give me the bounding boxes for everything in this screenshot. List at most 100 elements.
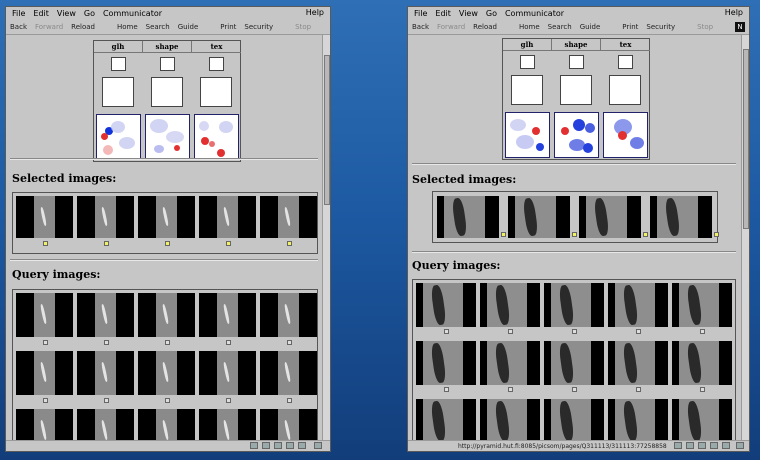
- menu-view[interactable]: View: [459, 9, 478, 18]
- back-button[interactable]: Back: [412, 23, 429, 31]
- composer-icon[interactable]: [722, 442, 730, 449]
- image-thumbnail[interactable]: [672, 399, 732, 443]
- menu-file[interactable]: File: [12, 9, 25, 18]
- menu-communicator[interactable]: Communicator: [103, 9, 162, 18]
- select-checkbox[interactable]: [508, 329, 513, 334]
- image-thumbnail[interactable]: [416, 283, 476, 327]
- image-thumbnail[interactable]: [608, 341, 668, 385]
- select-checkbox[interactable]: [444, 387, 449, 392]
- mail-icon[interactable]: [274, 442, 282, 449]
- image-thumbnail[interactable]: [199, 351, 256, 395]
- netscape-throbber-icon[interactable]: N: [735, 22, 745, 32]
- image-thumbnail[interactable]: [16, 409, 73, 443]
- scrollbar-thumb[interactable]: [743, 49, 749, 229]
- select-checkbox[interactable]: [43, 340, 48, 345]
- image-thumbnail[interactable]: [480, 399, 540, 443]
- print-button[interactable]: Print: [622, 23, 638, 31]
- image-thumbnail[interactable]: [260, 196, 317, 238]
- select-checkbox[interactable]: [165, 241, 170, 246]
- select-checkbox[interactable]: [165, 398, 170, 403]
- select-checkbox[interactable]: [501, 232, 506, 237]
- select-checkbox[interactable]: [508, 387, 513, 392]
- menu-edit[interactable]: Edit: [435, 9, 451, 18]
- select-checkbox[interactable]: [104, 398, 109, 403]
- stop-button[interactable]: Stop: [295, 23, 311, 31]
- som-map-glh[interactable]: [505, 112, 550, 158]
- guide-button[interactable]: Guide: [580, 23, 601, 31]
- stop-button[interactable]: Stop: [697, 23, 713, 31]
- image-thumbnail[interactable]: [608, 283, 668, 327]
- image-thumbnail[interactable]: [138, 351, 195, 395]
- som-map-tex[interactable]: [194, 114, 239, 160]
- netscape-icon[interactable]: [686, 442, 694, 449]
- security-button[interactable]: Security: [244, 23, 273, 31]
- image-thumbnail[interactable]: [544, 399, 604, 443]
- select-checkbox[interactable]: [287, 241, 292, 246]
- image-thumbnail[interactable]: [544, 283, 604, 327]
- image-thumbnail[interactable]: [77, 293, 134, 337]
- search-button[interactable]: Search: [146, 23, 170, 31]
- image-thumbnail[interactable]: [138, 196, 195, 238]
- select-checkbox[interactable]: [226, 398, 231, 403]
- select-checkbox[interactable]: [43, 398, 48, 403]
- image-thumbnail[interactable]: [77, 196, 134, 238]
- menu-help[interactable]: Help: [725, 8, 743, 17]
- image-thumbnail[interactable]: [416, 399, 476, 443]
- image-thumbnail[interactable]: [199, 196, 256, 238]
- security-button[interactable]: Security: [646, 23, 675, 31]
- image-thumbnail[interactable]: [544, 341, 604, 385]
- home-button[interactable]: Home: [519, 23, 540, 31]
- image-thumbnail[interactable]: [608, 399, 668, 443]
- select-checkbox[interactable]: [104, 340, 109, 345]
- image-thumbnail[interactable]: [650, 196, 712, 238]
- select-checkbox[interactable]: [287, 340, 292, 345]
- menu-go[interactable]: Go: [84, 9, 95, 18]
- reload-button[interactable]: Reload: [71, 23, 95, 31]
- image-thumbnail[interactable]: [508, 196, 570, 238]
- select-checkbox[interactable]: [226, 340, 231, 345]
- back-button[interactable]: Back: [10, 23, 27, 31]
- select-checkbox[interactable]: [104, 241, 109, 246]
- scrollbar-thumb[interactable]: [324, 55, 330, 205]
- image-thumbnail[interactable]: [138, 293, 195, 337]
- som-map-glh[interactable]: [96, 114, 141, 160]
- select-checkbox[interactable]: [636, 387, 641, 392]
- search-button[interactable]: Search: [548, 23, 572, 31]
- image-thumbnail[interactable]: [416, 341, 476, 385]
- security-lock-icon[interactable]: [674, 442, 682, 449]
- select-checkbox[interactable]: [700, 329, 705, 334]
- image-thumbnail[interactable]: [480, 283, 540, 327]
- select-checkbox[interactable]: [226, 241, 231, 246]
- mail-icon[interactable]: [698, 442, 706, 449]
- menu-edit[interactable]: Edit: [33, 9, 49, 18]
- image-thumbnail[interactable]: [16, 293, 73, 337]
- forward-button[interactable]: Forward: [437, 23, 465, 31]
- select-checkbox[interactable]: [444, 329, 449, 334]
- discussion-icon[interactable]: [286, 442, 294, 449]
- image-thumbnail[interactable]: [77, 351, 134, 395]
- vertical-scrollbar[interactable]: [322, 35, 330, 443]
- image-thumbnail[interactable]: [260, 293, 317, 337]
- resize-grip-icon[interactable]: [314, 442, 322, 449]
- image-thumbnail[interactable]: [260, 409, 317, 443]
- select-checkbox[interactable]: [643, 232, 648, 237]
- guide-button[interactable]: Guide: [178, 23, 199, 31]
- forward-button[interactable]: Forward: [35, 23, 63, 31]
- image-thumbnail[interactable]: [77, 409, 134, 443]
- image-thumbnail[interactable]: [199, 293, 256, 337]
- resize-grip-icon[interactable]: [736, 442, 744, 449]
- menu-go[interactable]: Go: [486, 9, 497, 18]
- reload-button[interactable]: Reload: [473, 23, 497, 31]
- select-checkbox[interactable]: [572, 232, 577, 237]
- select-checkbox[interactable]: [572, 387, 577, 392]
- image-thumbnail[interactable]: [16, 351, 73, 395]
- image-thumbnail[interactable]: [16, 196, 73, 238]
- home-button[interactable]: Home: [117, 23, 138, 31]
- select-checkbox[interactable]: [714, 232, 719, 237]
- composer-icon[interactable]: [298, 442, 306, 449]
- menu-view[interactable]: View: [57, 9, 76, 18]
- discussion-icon[interactable]: [710, 442, 718, 449]
- select-checkbox[interactable]: [636, 329, 641, 334]
- image-thumbnail[interactable]: [199, 409, 256, 443]
- som-map-shape[interactable]: [145, 114, 190, 160]
